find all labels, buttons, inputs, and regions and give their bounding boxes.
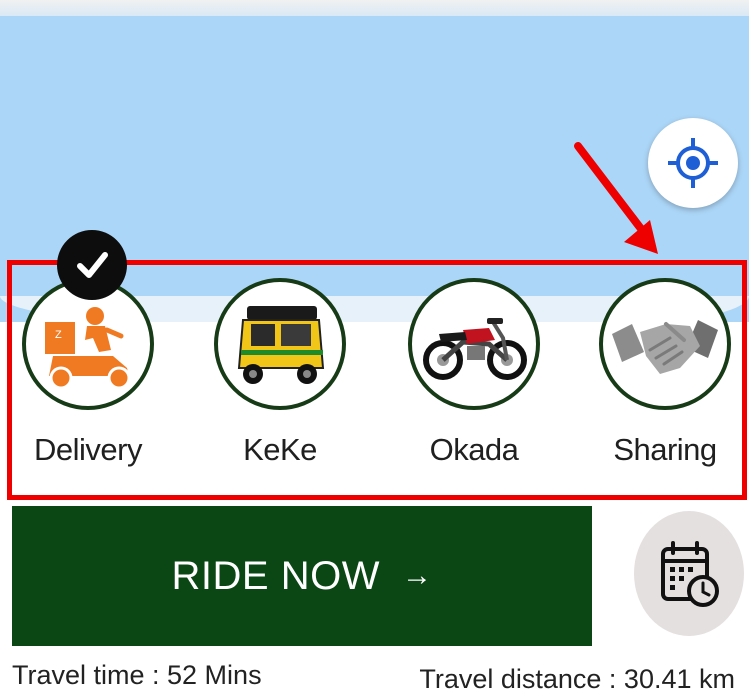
vehicle-option-sharing[interactable]: Sharing [590,278,740,468]
vehicle-circle [214,278,346,410]
locate-icon [668,138,718,188]
schedule-ride-button[interactable] [634,511,744,636]
vehicle-option-okada[interactable]: Okada [399,278,549,468]
motorcycle-icon [423,318,527,380]
vehicle-label: KeKe [243,432,317,467]
vehicle-option-keke[interactable]: KeKe [205,278,355,468]
ride-now-button[interactable]: RIDE NOW → [12,506,592,646]
selected-check-icon [57,230,127,300]
annotation-arrow-icon [574,142,658,254]
ride-now-label: RIDE NOW [171,553,380,598]
travel-distance: Travel distance : 30.41 km [419,664,735,694]
arrow-right-icon: → [401,559,433,592]
vehicle-label: Sharing [613,432,717,467]
tricycle-icon [237,306,325,384]
delivery-scooter-icon: Z [45,307,131,390]
map-road [0,0,749,16]
calendar-clock-icon [661,540,719,607]
vehicle-circle [408,278,540,410]
vehicle-label: Delivery [34,432,142,467]
svg-text:Z: Z [55,329,62,341]
travel-time: Travel time : 52 Mins [12,660,262,690]
vehicle-option-delivery[interactable]: Z Delivery [13,278,163,468]
vehicle-label: Okada [429,432,519,467]
vehicle-circle [599,278,731,410]
handshake-icon [612,320,718,374]
